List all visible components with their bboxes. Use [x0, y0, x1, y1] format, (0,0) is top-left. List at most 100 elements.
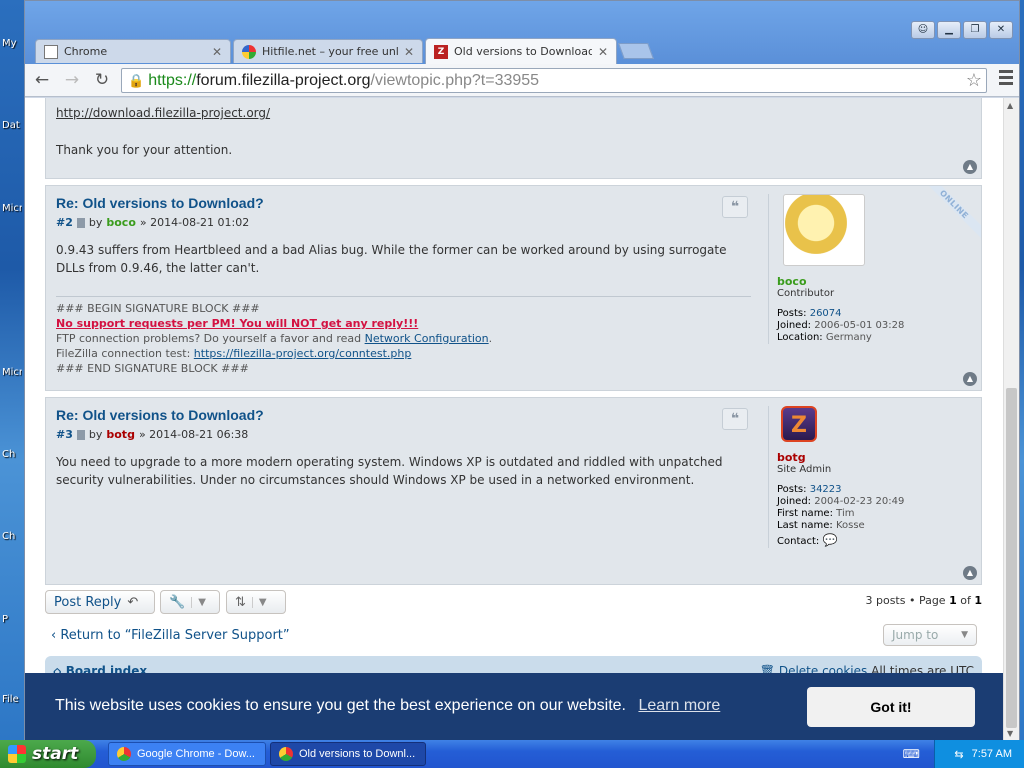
- download-link[interactable]: http://download.filezilla-project.org/: [56, 106, 270, 120]
- profile-posts-count[interactable]: 26074: [810, 308, 842, 319]
- signature-test-line: FileZilla connection test: https://filez…: [56, 346, 751, 361]
- desktop-icon-label[interactable]: Micr: [2, 203, 22, 214]
- back-to-top-icon[interactable]: ▲: [963, 372, 977, 386]
- desktop-icon-label[interactable]: My: [2, 38, 22, 49]
- windows-flag-icon: [8, 745, 26, 763]
- scroll-up-icon[interactable]: ▲: [1007, 101, 1013, 110]
- back-to-top-icon[interactable]: ▲: [963, 566, 977, 580]
- wrench-icon: 🔧: [169, 594, 186, 610]
- post-title[interactable]: Re: Old versions to Download?: [56, 407, 264, 423]
- close-button[interactable]: ✕: [989, 21, 1013, 39]
- profile-contact-label: Contact:: [777, 536, 820, 547]
- profile-posts: Posts: 26074: [777, 308, 973, 320]
- profile-username[interactable]: boco: [777, 276, 973, 288]
- address-bar[interactable]: 🔒 https://forum.filezilla-project.org/vi…: [121, 68, 987, 93]
- profile-first-name: First name: Tim: [777, 508, 973, 520]
- signature-warning: No support requests per PM! You will NOT…: [56, 317, 419, 330]
- user-icon[interactable]: ☺: [911, 21, 935, 39]
- desktop-icon-label[interactable]: File: [2, 694, 22, 705]
- scroll-thumb[interactable]: [1006, 388, 1017, 728]
- close-icon[interactable]: ✕: [404, 45, 414, 59]
- profile-username[interactable]: botg: [777, 452, 973, 464]
- profile-joined-value: 2004-02-23 20:49: [814, 496, 905, 507]
- sort-button[interactable]: ⇅ ▼: [226, 590, 286, 614]
- pagination-summary: 3 posts • Page: [865, 594, 946, 607]
- return-link-label: Return to “FileZilla Server Support”: [60, 628, 290, 643]
- restore-button[interactable]: ❐: [963, 21, 987, 39]
- profile-location-value: Germany: [825, 332, 872, 343]
- page-viewport: http://download.filezilla-project.org/ T…: [25, 98, 1003, 741]
- post-author[interactable]: botg: [106, 428, 135, 441]
- chrome-icon: [117, 747, 131, 761]
- learn-more-link[interactable]: Learn more: [638, 697, 720, 714]
- pagination: 3 posts • Page 1 of 1: [865, 594, 982, 607]
- bookmark-star-icon[interactable]: ☆: [966, 70, 982, 91]
- tab-title: Old versions to Download? -: [454, 45, 592, 58]
- close-icon[interactable]: ✕: [212, 45, 222, 59]
- signature-ftp-suffix: .: [488, 332, 493, 345]
- profile-rank: Contributor: [777, 288, 835, 299]
- desktop-icon-label[interactable]: Micr: [2, 367, 22, 378]
- desktop-icon-label[interactable]: Ch: [2, 531, 22, 542]
- tab-filezilla-forum[interactable]: Z Old versions to Download? - ✕: [425, 38, 617, 64]
- desktop-icon-label[interactable]: Ch: [2, 449, 22, 460]
- profile-joined-label: Joined:: [777, 320, 812, 331]
- network-configuration-link[interactable]: Network Configuration: [365, 332, 489, 345]
- post-author[interactable]: boco: [106, 216, 136, 229]
- return-to-forum-link[interactable]: ‹ Return to “FileZilla Server Support”: [51, 628, 290, 643]
- profile-last-name: Last name: Kosse: [777, 520, 973, 532]
- desktop-icon-label[interactable]: P: [2, 614, 22, 625]
- author-profile: Z botg Site Admin Posts: 34223 Joined: 2…: [768, 406, 973, 548]
- avatar[interactable]: Z: [781, 406, 817, 442]
- back-button[interactable]: ←: [29, 67, 55, 93]
- chrome-menu-button[interactable]: [999, 70, 1013, 88]
- post-title[interactable]: Re: Old versions to Download?: [56, 195, 264, 211]
- tab-chrome[interactable]: Chrome ✕: [35, 39, 231, 63]
- conntest-link[interactable]: https://filezilla-project.org/conntest.p…: [194, 347, 412, 360]
- quote-button[interactable]: ❝: [722, 408, 748, 430]
- taskbar-item-chrome[interactable]: Google Chrome - Dow...: [108, 742, 266, 766]
- jump-to-dropdown[interactable]: Jump to ▼: [883, 624, 977, 646]
- cookie-accept-button[interactable]: Got it!: [807, 687, 975, 727]
- sort-icon: ⇅: [235, 594, 246, 610]
- post-number[interactable]: #2: [56, 216, 73, 229]
- post-meta: #3 by botg » 2014-08-21 06:38: [56, 428, 248, 441]
- new-tab-button[interactable]: [618, 43, 654, 59]
- vertical-scrollbar[interactable]: ▲ ▼: [1003, 98, 1019, 741]
- windows-taskbar: start Google Chrome - Dow... Old version…: [0, 740, 1024, 768]
- taskbar-item-forum[interactable]: Old versions to Downl...: [270, 742, 426, 766]
- signature-block: ### BEGIN SIGNATURE BLOCK ### No support…: [56, 296, 751, 376]
- profile-last-value: Kosse: [835, 520, 865, 531]
- back-to-top-icon[interactable]: ▲: [963, 160, 977, 174]
- cookie-message: This website uses cookies to ensure you …: [55, 697, 626, 714]
- by-label: by: [88, 428, 103, 441]
- start-button[interactable]: start: [0, 740, 96, 768]
- system-tray: ⇆ 7:57 AM: [934, 740, 1024, 768]
- tab-hitfile[interactable]: Hitfile.net – your free unlimi ✕: [233, 39, 423, 63]
- topic-tools-button[interactable]: 🔧 ▼: [160, 590, 220, 614]
- profile-posts-count[interactable]: 34223: [810, 484, 842, 495]
- window-controls: ☺ ▁ ❐ ✕: [911, 21, 1013, 39]
- clock[interactable]: 7:57 AM: [972, 748, 1012, 760]
- keyboard-icon[interactable]: ⌨: [903, 747, 920, 761]
- minimize-button[interactable]: ▁: [937, 21, 961, 39]
- profile-joined: Joined: 2004-02-23 20:49: [777, 496, 973, 508]
- profile-joined-value: 2006-05-01 03:28: [814, 320, 905, 331]
- avatar[interactable]: [783, 194, 865, 266]
- document-icon: [44, 44, 58, 59]
- post-number[interactable]: #3: [56, 428, 73, 441]
- post-reply-button[interactable]: Post Reply ↶: [45, 590, 155, 614]
- signature-ftp-text: FTP connection problems? Do yourself a f…: [56, 332, 362, 345]
- quote-button[interactable]: ❝: [722, 196, 748, 218]
- reload-button[interactable]: ↻: [89, 67, 115, 93]
- forward-button[interactable]: →: [59, 67, 85, 93]
- scroll-down-icon[interactable]: ▼: [1007, 729, 1013, 738]
- contact-bubble-icon[interactable]: 💬: [822, 533, 837, 547]
- close-icon[interactable]: ✕: [598, 45, 608, 59]
- desktop-icon-label[interactable]: Dat: [2, 120, 22, 131]
- desktop: My Dat Micr Micr Ch Ch P File: [0, 0, 24, 740]
- network-icon[interactable]: ⇆: [954, 748, 963, 761]
- post-reply-label: Post Reply: [54, 594, 122, 610]
- profile-first-value: Tim: [836, 508, 855, 519]
- profile-posts: Posts: 34223: [777, 484, 973, 496]
